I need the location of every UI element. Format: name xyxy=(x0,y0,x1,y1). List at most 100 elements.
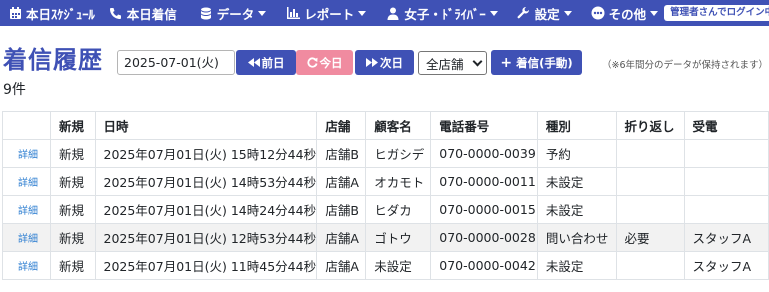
nav-label: レポート xyxy=(304,6,355,22)
column-header-type[interactable]: 種別 xyxy=(536,111,617,140)
column-header-customer[interactable]: 顧客名 xyxy=(365,111,432,140)
today-label: 今日 xyxy=(319,55,343,70)
prev-day-button[interactable]: 前日 xyxy=(236,50,296,75)
type-cell: 未設定 xyxy=(536,167,617,196)
detail-cell: 詳細 xyxy=(2,223,51,252)
detail-link[interactable]: 詳細 xyxy=(18,178,38,189)
redo-icon xyxy=(306,57,318,68)
type-cell: 未設定 xyxy=(536,195,617,224)
bar-chart-icon xyxy=(286,6,300,20)
nav-label: データ xyxy=(216,6,255,22)
new-cell: 新規 xyxy=(50,251,96,280)
store-cell: 店舗B xyxy=(316,139,367,168)
customer-cell: オカモト xyxy=(365,167,432,196)
store-cell: 店舗A xyxy=(316,223,367,252)
forward-icon xyxy=(366,58,378,67)
today-button[interactable]: 今日 xyxy=(296,50,353,75)
nav-item-staff[interactable]: 女子・ﾄﾞﾗｲﾊﾞｰ xyxy=(386,0,498,26)
column-header-callback[interactable]: 折り返し xyxy=(615,111,685,140)
receiver-cell xyxy=(683,195,769,224)
admin-login-badge[interactable]: 管理者さんでログイン中 xyxy=(664,5,769,21)
customer-cell: ヒガシデ xyxy=(365,139,432,168)
receiver-cell: スタッフA xyxy=(683,223,769,252)
nav-item-report[interactable]: レポート xyxy=(286,0,367,26)
table-row: 詳細 新規 2025年07月01日(火) 15時12分44秒 店舗B ヒガシデ … xyxy=(2,139,769,168)
callback-cell: 必要 xyxy=(615,223,685,252)
phone-cell: 070-0000-0042 xyxy=(430,251,538,280)
call-history-table: 新規 日時 店舗 顧客名 電話番号 種別 折り返し 受電 詳細 新規 2025年… xyxy=(2,111,769,280)
new-cell: 新規 xyxy=(50,167,96,196)
store-cell: 店舗A xyxy=(316,167,367,196)
chevron-down-icon xyxy=(472,56,483,67)
table-row: 詳細 新規 2025年07月01日(火) 12時53分44秒 店舗A ゴトウ 0… xyxy=(2,223,769,252)
nav-item-settings[interactable]: 設定 xyxy=(517,0,572,26)
nav-item-other[interactable]: その他 xyxy=(591,0,659,26)
nav-label: 本日ｽｹｼﾞｭｰﾙ xyxy=(26,6,95,22)
detail-link[interactable]: 詳細 xyxy=(18,150,38,161)
new-cell: 新規 xyxy=(50,223,96,252)
next-day-button[interactable]: 次日 xyxy=(355,50,414,75)
nav-item-today-calls[interactable]: 本日着信 xyxy=(109,0,177,26)
wrench-icon xyxy=(517,6,531,20)
detail-cell: 詳細 xyxy=(2,195,51,224)
column-header-phone[interactable]: 電話番号 xyxy=(430,111,538,140)
receiver-cell xyxy=(683,139,769,168)
calendar-icon xyxy=(8,6,22,20)
datetime-cell: 2025年07月01日(火) 12時53分44秒 xyxy=(94,223,318,252)
detail-link[interactable]: 詳細 xyxy=(18,262,38,273)
type-cell: 問い合わせ xyxy=(536,223,617,252)
plus-icon: + xyxy=(500,54,513,71)
new-cell: 新規 xyxy=(50,139,96,168)
column-header-new[interactable]: 新規 xyxy=(50,111,96,140)
customer-cell: ヒダカ xyxy=(365,195,432,224)
phone-cell: 070-0000-0011 xyxy=(430,167,538,196)
prev-day-label: 前日 xyxy=(261,55,285,70)
backward-icon xyxy=(247,58,260,67)
add-manual-call-button[interactable]: + 着信(手動) xyxy=(491,50,582,75)
nav-item-data[interactable]: データ xyxy=(199,0,267,26)
callback-cell xyxy=(615,139,685,168)
store-select-value: 全店舗 xyxy=(426,56,464,72)
page-title: 着信履歴 xyxy=(3,46,103,74)
chevron-down-icon xyxy=(489,10,498,16)
callback-cell xyxy=(615,251,685,280)
nav-label: 女子・ﾄﾞﾗｲﾊﾞｰ xyxy=(404,6,486,22)
column-header-receiver[interactable]: 受電 xyxy=(683,111,769,140)
column-header-detail xyxy=(2,111,51,140)
store-select[interactable]: 全店舗 xyxy=(418,51,487,75)
customer-cell: 未設定 xyxy=(365,251,432,280)
nav-item-today-schedule[interactable]: 本日ｽｹｼﾞｭｰﾙ xyxy=(8,0,95,26)
detail-cell: 詳細 xyxy=(2,251,51,280)
chevron-down-icon xyxy=(650,10,659,16)
chevron-down-icon xyxy=(258,10,267,16)
receiver-cell xyxy=(683,167,769,196)
table-row: 詳細 新規 2025年07月01日(火) 14時53分44秒 店舗A オカモト … xyxy=(2,167,769,196)
column-header-store[interactable]: 店舗 xyxy=(316,111,367,140)
store-cell: 店舗B xyxy=(316,195,367,224)
store-cell: 店舗A xyxy=(316,251,367,280)
database-icon xyxy=(199,6,213,20)
callback-cell xyxy=(615,195,685,224)
detail-link[interactable]: 詳細 xyxy=(18,206,38,217)
date-field[interactable]: 2025-07-01(火) xyxy=(117,50,235,75)
retention-note: （※6年間分のデータが保持されます） xyxy=(602,60,769,71)
datetime-cell: 2025年07月01日(火) 11時45分44秒 xyxy=(94,251,318,280)
table-row: 詳細 新規 2025年07月01日(火) 14時24分44秒 店舗B ヒダカ 0… xyxy=(2,195,769,224)
phone-icon xyxy=(109,6,123,20)
detail-link[interactable]: 詳細 xyxy=(18,234,38,245)
chevron-down-icon xyxy=(358,10,367,16)
add-manual-call-label: 着信(手動) xyxy=(516,55,573,70)
detail-cell: 詳細 xyxy=(2,167,51,196)
column-header-datetime[interactable]: 日時 xyxy=(94,111,318,140)
nav-label: その他 xyxy=(608,6,647,22)
new-cell: 新規 xyxy=(50,195,96,224)
chevron-down-icon xyxy=(563,10,572,16)
datetime-cell: 2025年07月01日(火) 14時24分44秒 xyxy=(94,195,318,224)
table-row: 詳細 新規 2025年07月01日(火) 11時45分44秒 店舗A 未設定 0… xyxy=(2,251,769,280)
type-cell: 未設定 xyxy=(536,251,617,280)
ellipsis-icon xyxy=(591,6,605,20)
callback-cell xyxy=(615,167,685,196)
phone-cell: 070-0000-0015 xyxy=(430,195,538,224)
nav-label: 本日着信 xyxy=(126,6,177,22)
customer-cell: ゴトウ xyxy=(365,223,432,252)
